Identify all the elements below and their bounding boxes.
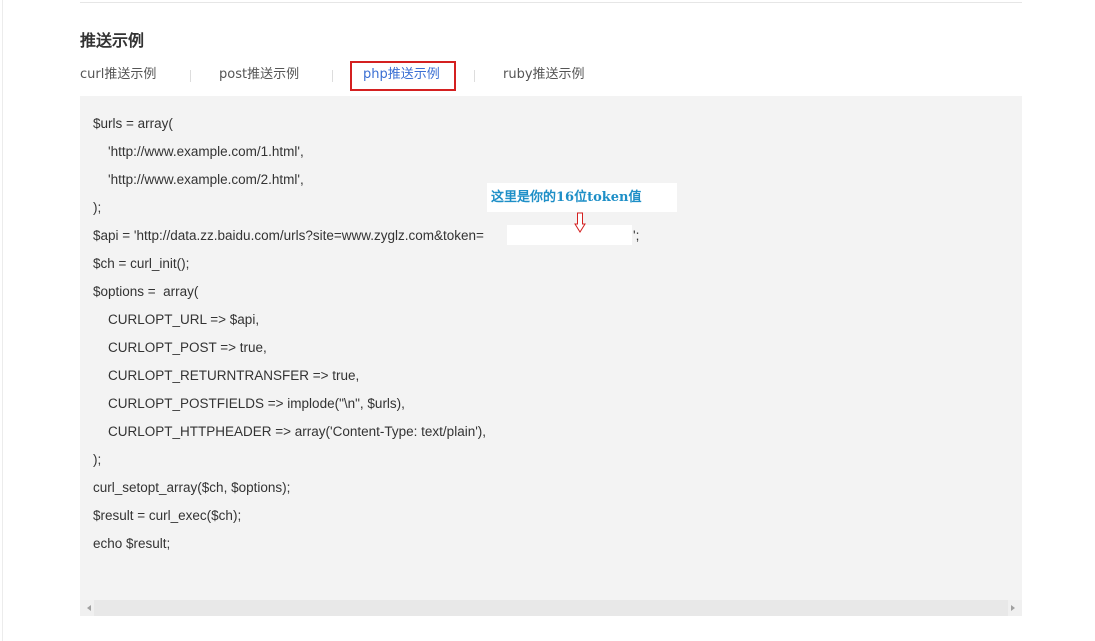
code-line: ); — [93, 200, 102, 215]
token-redaction — [507, 225, 632, 245]
code-block: $urls = array( 'http://www.example.com/1… — [80, 96, 1022, 616]
code-line: 'http://www.example.com/2.html', — [93, 172, 304, 187]
code-line: CURLOPT_POSTFIELDS => implode("\n", $url… — [93, 396, 405, 411]
tab-divider — [474, 70, 475, 82]
down-arrow-icon — [574, 212, 586, 233]
page: 推送示例 curl推送示例 post推送示例 php推送示例 ruby推送示例 … — [0, 0, 1095, 641]
section-title: 推送示例 — [80, 31, 145, 50]
code-line: $result = curl_exec($ch); — [93, 508, 242, 523]
active-tab-highlight — [350, 61, 456, 91]
left-border — [2, 0, 3, 641]
code-line: CURLOPT_HTTPHEADER => array('Content-Typ… — [93, 424, 487, 439]
code-line: CURLOPT_URL => $api, — [93, 312, 260, 327]
tab-divider — [332, 70, 333, 82]
tab-ruby[interactable]: ruby推送示例 — [503, 62, 585, 88]
code-line-suffix: '; — [633, 228, 640, 243]
code-line: curl_setopt_array($ch, $options); — [93, 480, 291, 495]
top-divider — [80, 2, 1022, 3]
token-annotation: 这里是你的16位token值 — [487, 183, 677, 212]
code-line: echo $result; — [93, 536, 171, 551]
code-line: $ch = curl_init(); — [93, 256, 190, 271]
code-line: $urls = array( — [93, 116, 173, 131]
code-line: ); — [93, 452, 102, 467]
code-line: 'http://www.example.com/1.html', — [93, 144, 304, 159]
scroll-right-icon[interactable] — [1006, 600, 1020, 616]
code-line: CURLOPT_POST => true, — [93, 340, 267, 355]
horizontal-scrollbar[interactable] — [80, 600, 1022, 616]
tab-divider — [190, 70, 191, 82]
code-line: $api = 'http://data.zz.baidu.com/urls?si… — [93, 228, 484, 243]
scrollbar-thumb[interactable] — [94, 600, 1008, 616]
code-line: $options = array( — [93, 284, 199, 299]
tab-post[interactable]: post推送示例 — [219, 62, 299, 88]
tab-curl[interactable]: curl推送示例 — [80, 62, 156, 88]
code-line: CURLOPT_RETURNTRANSFER => true, — [93, 368, 360, 383]
